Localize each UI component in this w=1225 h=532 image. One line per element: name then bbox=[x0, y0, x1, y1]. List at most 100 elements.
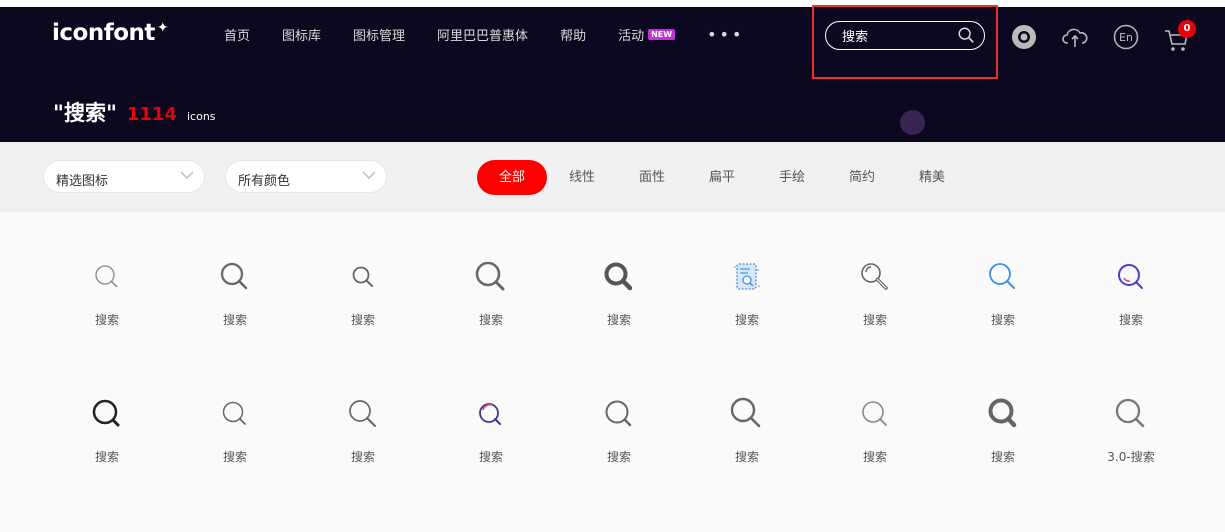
icon-card[interactable]: 搜索 bbox=[171, 258, 299, 395]
icon-row: 搜索 搜索 搜索 搜索 搜索 搜索 搜索 搜索 搜索 bbox=[43, 258, 1203, 395]
new-badge: NEW bbox=[648, 29, 676, 40]
icon-name: 搜索 bbox=[862, 450, 887, 464]
icon-name: 搜索 bbox=[734, 450, 759, 464]
icon-name: 搜索 bbox=[990, 450, 1015, 464]
search-icon bbox=[604, 262, 633, 291]
search-box[interactable] bbox=[825, 21, 985, 50]
icon-name: 搜索 bbox=[606, 450, 631, 464]
icon-name: 3.0-搜索 bbox=[1107, 450, 1155, 464]
nav-icon-management[interactable]: 图标管理 bbox=[353, 25, 405, 44]
icon-card[interactable]: 搜索 bbox=[299, 395, 427, 532]
icon-card[interactable]: 搜索 bbox=[43, 395, 171, 532]
icon-name: 搜索 bbox=[478, 450, 503, 464]
icon-card[interactable]: 搜索 bbox=[427, 258, 555, 395]
search-icon bbox=[349, 400, 376, 427]
main-nav: 首页 图标库 图标管理 阿里巴巴普惠体 帮助 活动 NEW ••• bbox=[224, 25, 744, 44]
icon-type-select[interactable]: 精选图标 bbox=[43, 160, 205, 193]
color-select[interactable]: 所有颜色 bbox=[225, 160, 387, 193]
chevron-down-icon bbox=[180, 171, 194, 179]
icon-name: 搜索 bbox=[862, 313, 887, 327]
search-icon bbox=[862, 401, 887, 426]
logo[interactable]: iconfont ✦ bbox=[52, 20, 169, 46]
icon-card[interactable]: 搜索 bbox=[555, 258, 683, 395]
language-circle: En bbox=[1113, 24, 1139, 50]
icon-grid: 搜索 搜索 搜索 搜索 搜索 搜索 搜索 搜索 搜索 搜索 搜索 搜索 搜索 搜… bbox=[43, 258, 1203, 532]
nav-home[interactable]: 首页 bbox=[224, 25, 250, 44]
icon-name: 搜索 bbox=[734, 313, 759, 327]
search-icon bbox=[1115, 398, 1145, 428]
filter-bar: 精选图标 所有颜色 全部 线性 面性 扁平 手绘 简约 精美 bbox=[0, 142, 1225, 212]
search-icon bbox=[479, 403, 501, 425]
icon-card[interactable]: 搜索 bbox=[427, 395, 555, 532]
icon-name: 搜索 bbox=[94, 450, 119, 464]
language-label: En bbox=[1119, 31, 1133, 44]
style-tabs: 全部 线性 面性 扁平 手绘 简约 精美 bbox=[477, 160, 967, 195]
search-icon bbox=[988, 398, 1017, 428]
icon-name: 搜索 bbox=[478, 313, 503, 327]
icon-card[interactable]: 搜索 bbox=[555, 395, 683, 532]
search-icon[interactable] bbox=[957, 26, 975, 44]
search-icon bbox=[222, 401, 246, 425]
icon-type-select-value: 精选图标 bbox=[56, 174, 109, 189]
search-icon bbox=[730, 397, 761, 428]
icon-card[interactable]: 搜索 bbox=[1067, 258, 1195, 395]
result-count: 1114 bbox=[126, 104, 177, 125]
icon-name: 搜索 bbox=[606, 313, 631, 327]
tab-handdrawn[interactable]: 手绘 bbox=[757, 160, 827, 195]
cart-count-badge: 0 bbox=[1178, 20, 1196, 38]
icon-card[interactable]: 3.0-搜索 bbox=[1067, 395, 1195, 532]
icon-name: 搜索 bbox=[222, 450, 247, 464]
icon-name: 搜索 bbox=[990, 313, 1015, 327]
icon-name: 搜索 bbox=[350, 313, 375, 327]
logo-plus: ✦ bbox=[156, 20, 169, 36]
nav-alibaba-font[interactable]: 阿里巴巴普惠体 bbox=[437, 25, 528, 44]
icon-name: 搜索 bbox=[222, 313, 247, 327]
icon-card[interactable]: 搜索 bbox=[811, 395, 939, 532]
top-header: iconfont ✦ 首页 图标库 图标管理 阿里巴巴普惠体 帮助 活动 NEW •… bbox=[0, 0, 1225, 142]
search-icon bbox=[220, 262, 248, 290]
result-unit: icons bbox=[187, 110, 216, 123]
icon-card[interactable]: 搜索 bbox=[299, 258, 427, 395]
icon-card[interactable]: 搜索 bbox=[939, 395, 1067, 532]
result-query: "搜索" bbox=[53, 101, 117, 125]
icon-card[interactable]: 搜索 bbox=[683, 395, 811, 532]
nav-activity[interactable]: 活动 NEW bbox=[618, 25, 676, 44]
result-title: "搜索" 1114 icons bbox=[53, 97, 216, 127]
icon-card[interactable]: 搜索 bbox=[683, 258, 811, 395]
icon-name: 搜索 bbox=[94, 313, 119, 327]
decorative-dot bbox=[900, 110, 925, 135]
logo-text: iconfont bbox=[52, 20, 155, 46]
user-avatar-icon[interactable] bbox=[1011, 24, 1037, 50]
search-icon bbox=[605, 400, 632, 427]
nav-activity-label: 活动 bbox=[618, 29, 645, 44]
tab-fill[interactable]: 面性 bbox=[617, 160, 687, 195]
search-icon bbox=[1118, 264, 1143, 289]
nav-icon-library[interactable]: 图标库 bbox=[282, 25, 321, 44]
tab-exquisite[interactable]: 精美 bbox=[897, 160, 967, 195]
tab-simple[interactable]: 简约 bbox=[827, 160, 897, 195]
tab-flat[interactable]: 扁平 bbox=[687, 160, 757, 195]
search-icon bbox=[95, 265, 118, 288]
document-search-icon bbox=[734, 263, 760, 290]
icon-name: 搜索 bbox=[1118, 313, 1143, 327]
icon-card[interactable]: 搜索 bbox=[939, 258, 1067, 395]
tab-all[interactable]: 全部 bbox=[477, 160, 547, 195]
search-icon bbox=[92, 399, 120, 427]
nav-help[interactable]: 帮助 bbox=[560, 25, 586, 44]
more-menu-button[interactable]: ••• bbox=[707, 25, 744, 44]
tab-line[interactable]: 线性 bbox=[547, 160, 617, 195]
language-en-icon[interactable]: En bbox=[1113, 24, 1139, 50]
icon-card[interactable]: 搜索 bbox=[171, 395, 299, 532]
search-input[interactable] bbox=[842, 28, 952, 43]
search-icon bbox=[989, 263, 1015, 289]
color-select-value: 所有颜色 bbox=[238, 174, 291, 189]
icon-row: 搜索 搜索 搜索 搜索 搜索 搜索 搜索 搜索 3.0-搜索 bbox=[43, 395, 1203, 532]
icon-card[interactable]: 搜索 bbox=[43, 258, 171, 395]
icon-name: 搜索 bbox=[350, 450, 375, 464]
upload-cloud-icon[interactable] bbox=[1062, 24, 1088, 50]
icon-card[interactable]: 搜索 bbox=[811, 258, 939, 395]
search-icon bbox=[861, 263, 888, 290]
search-icon bbox=[352, 266, 373, 287]
search-icon bbox=[475, 261, 505, 291]
chevron-down-icon bbox=[362, 171, 376, 179]
